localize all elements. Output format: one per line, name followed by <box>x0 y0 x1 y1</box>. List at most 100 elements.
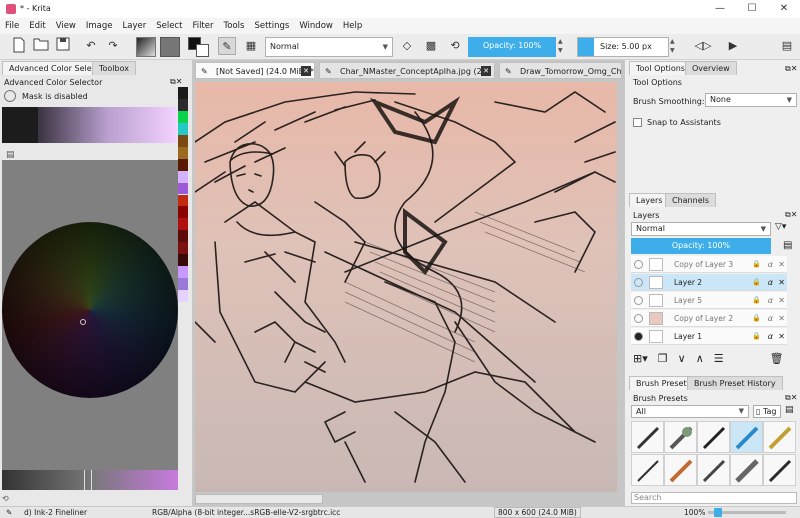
palette-swatch[interactable] <box>178 98 188 111</box>
opacity-stepper[interactable]: ▲ ▼ <box>558 37 566 57</box>
close-doc-icon[interactable]: ✕ <box>301 66 311 76</box>
delete-layer-icon[interactable]: 🗑 <box>770 352 784 365</box>
lock-icon[interactable]: 🔒 <box>752 310 761 327</box>
visibility-icon[interactable] <box>634 314 643 323</box>
palette-swatch[interactable] <box>178 87 188 99</box>
brush-preset[interactable] <box>631 421 664 453</box>
layer-settings-icon[interactable]: ☰ <box>714 352 724 365</box>
menu-layer[interactable]: Layer <box>118 18 152 34</box>
add-layer-icon[interactable]: ⊞▾ <box>633 352 648 365</box>
current-color-swatch[interactable] <box>2 107 38 143</box>
settings-icon[interactable]: ▤ <box>6 150 15 160</box>
palette-swatch[interactable] <box>178 266 188 279</box>
brush-preset[interactable] <box>763 454 796 486</box>
panel-float-close-icon[interactable]: ⧉✕ <box>785 64 797 74</box>
preset-search-input[interactable]: Search <box>631 492 797 504</box>
undo-icon[interactable]: ↶ <box>82 37 100 55</box>
preset-view-icon[interactable]: ▤ <box>785 405 794 415</box>
menu-select[interactable]: Select <box>151 18 187 34</box>
alpha-lock-icon[interactable]: α <box>768 328 773 345</box>
palette-swatch[interactable] <box>178 122 188 135</box>
palette-swatch[interactable] <box>178 290 188 302</box>
maximize-button[interactable]: ☐ <box>736 0 768 18</box>
doc-tab-3[interactable]: ✎ Draw_Tomorrow_Omg_Ch <box>499 62 622 79</box>
brush-preset[interactable] <box>763 421 796 453</box>
alpha-lock-icon[interactable]: α <box>768 292 773 309</box>
menu-file[interactable]: File <box>0 18 24 34</box>
alpha-lock-icon[interactable]: α <box>768 310 773 327</box>
palette-swatch[interactable] <box>178 158 188 171</box>
menu-help[interactable]: Help <box>338 18 367 34</box>
tab-toolbox[interactable]: Toolbox <box>92 61 136 75</box>
redo-icon[interactable]: ↷ <box>104 37 122 55</box>
color-history-strip[interactable] <box>178 87 188 302</box>
eraser-icon[interactable]: ◇ <box>398 37 416 55</box>
layer-row[interactable]: Copy of Layer 3 🔒 α ✕ <box>631 256 787 273</box>
color-wheel-cursor[interactable] <box>80 319 86 325</box>
brush-smoothing-select[interactable]: None ▼ <box>705 93 797 107</box>
brush-preset[interactable] <box>664 454 697 486</box>
dock-settings-icon[interactable]: ▤ <box>778 37 796 55</box>
palette-swatch[interactable] <box>178 254 188 267</box>
alpha-lock-icon[interactable]: ▩ <box>422 37 440 55</box>
shade-selector[interactable] <box>38 107 177 143</box>
blend-mode-select[interactable]: Normal ▼ <box>265 37 393 57</box>
tab-overview[interactable]: Overview <box>685 61 737 75</box>
alpha-lock-icon[interactable]: α <box>768 274 773 291</box>
menu-settings[interactable]: Settings <box>249 18 294 34</box>
menu-image[interactable]: Image <box>81 18 118 34</box>
doc-tab-2[interactable]: ✎ Char_NMaster_ConceptAplha.jpg (2.0 MiB… <box>319 62 495 93</box>
layer-properties-icon[interactable]: ▤ <box>783 240 792 251</box>
menu-window[interactable]: Window <box>294 18 338 34</box>
close-doc-icon[interactable]: ✕ <box>481 66 491 76</box>
menu-tools[interactable]: Tools <box>219 18 250 34</box>
brush-preset-icon[interactable]: ✎ <box>218 37 236 55</box>
opacity-slider[interactable]: Opacity: 100% <box>468 37 556 57</box>
brush-preset[interactable] <box>697 421 730 453</box>
palette-swatch[interactable] <box>178 194 188 207</box>
palette-swatch[interactable] <box>178 206 188 219</box>
inherit-alpha-icon[interactable]: ✕ <box>778 256 785 273</box>
open-icon[interactable] <box>32 37 50 55</box>
refresh-icon[interactable]: ⟲ <box>2 494 9 503</box>
palette-swatch[interactable] <box>178 278 188 291</box>
tab-channels[interactable]: Channels <box>665 193 717 207</box>
lock-icon[interactable]: 🔒 <box>752 328 761 345</box>
brush-preset[interactable] <box>631 454 664 486</box>
color-wheel[interactable] <box>2 222 178 398</box>
palette-swatch[interactable] <box>178 170 188 183</box>
zoom-slider[interactable] <box>708 508 786 517</box>
visibility-icon[interactable] <box>634 332 643 341</box>
move-up-icon[interactable]: ∧ <box>696 352 704 365</box>
pattern-selector[interactable] <box>160 37 180 57</box>
mirror-icon[interactable]: ◁▷ <box>694 37 712 55</box>
mask-toggle-icon[interactable] <box>4 90 16 102</box>
preset-filter-select[interactable]: All ▼ <box>631 405 749 418</box>
duplicate-layer-icon[interactable]: ❐ <box>658 352 668 365</box>
lock-icon[interactable]: 🔒 <box>752 292 761 309</box>
palette-swatch[interactable] <box>178 230 188 243</box>
shade-cursor[interactable] <box>84 470 92 490</box>
brush-preset-selected[interactable] <box>730 421 763 453</box>
layer-row[interactable]: Layer 1 🔒 α ✕ <box>631 328 787 345</box>
gradient-selector[interactable] <box>136 37 156 57</box>
tag-button[interactable]: ▯ Tag <box>753 405 781 418</box>
brush-preset[interactable] <box>697 454 730 486</box>
inherit-alpha-icon[interactable]: ✕ <box>778 328 785 345</box>
palette-swatch[interactable] <box>178 146 188 159</box>
palette-swatch[interactable] <box>178 242 188 255</box>
move-down-icon[interactable]: ∨ <box>678 352 686 365</box>
save-icon[interactable] <box>54 37 72 55</box>
layer-row-selected[interactable]: Layer 2 🔒 α ✕ <box>631 274 787 291</box>
doc-tab-1[interactable]: ✎ [Not Saved] (24.0 MiB) * ✕ <box>195 62 315 79</box>
palette-swatch[interactable] <box>178 110 188 123</box>
brush-preset[interactable] <box>664 421 697 453</box>
layer-opacity-slider[interactable]: Opacity: 100% <box>631 238 771 254</box>
size-stepper[interactable]: ▲ ▼ <box>670 37 678 57</box>
visibility-icon[interactable] <box>634 296 643 305</box>
snap-checkbox[interactable] <box>633 118 642 127</box>
reload-preset-icon[interactable]: ⟲ <box>446 37 464 55</box>
menu-filter[interactable]: Filter <box>187 18 218 34</box>
tab-brush-preset-history[interactable]: Brush Preset History <box>687 376 783 390</box>
visibility-icon[interactable] <box>634 278 643 287</box>
